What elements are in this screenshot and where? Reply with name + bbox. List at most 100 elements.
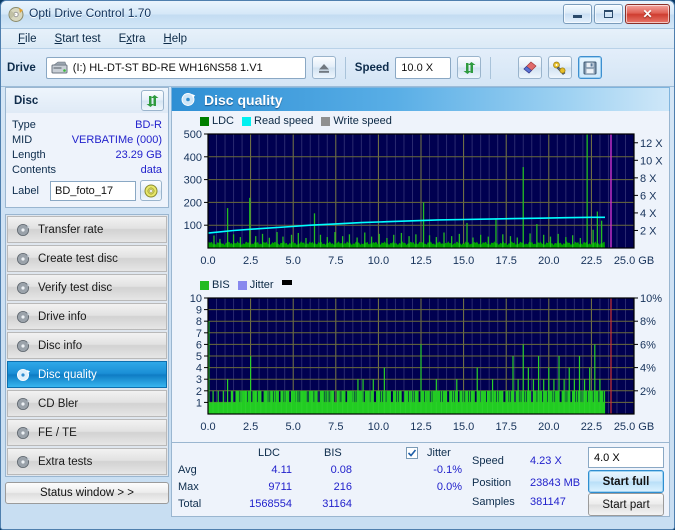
close-button[interactable]: ✕ (625, 4, 670, 24)
start-part-button[interactable]: Start part (588, 493, 664, 516)
save-button[interactable] (578, 56, 603, 79)
test-speed-select[interactable]: 4.0 X (588, 447, 664, 468)
svg-text:400: 400 (184, 152, 202, 164)
svg-text:6: 6 (196, 339, 202, 351)
svg-text:20.0: 20.0 (538, 421, 559, 433)
sidebar-item-label: Create test disc (38, 252, 118, 265)
refresh-button[interactable] (457, 56, 482, 79)
window-buttons: ✕ (563, 4, 670, 24)
menu-extra[interactable]: Extra (110, 31, 155, 47)
svg-text:10.0: 10.0 (368, 255, 389, 267)
start-full-label: Start full (602, 475, 650, 488)
legend-swatch (242, 116, 252, 126)
sidebar-item-extra-tests[interactable]: Extra tests (7, 448, 167, 475)
jitter-label: Jitter (427, 447, 451, 459)
svg-text:6 X: 6 X (640, 190, 657, 202)
chevron-down-icon[interactable] (433, 58, 447, 78)
disc-label-input[interactable]: BD_foto_17 (50, 180, 136, 201)
disc-mid-value: VERBATIMe (000) (71, 133, 162, 146)
svg-text:200: 200 (184, 197, 202, 209)
legend-swatch (200, 280, 209, 290)
jitter-checkbox[interactable] (406, 447, 418, 459)
disc-info-row: MID VERBATIMe (000) (12, 132, 162, 147)
sidebar-item-transfer-rate[interactable]: Transfer rate (7, 216, 167, 243)
stats-row-avg: Avg (178, 464, 197, 476)
sidebar-item-label: Disc info (38, 339, 83, 352)
ldc-total: 1568554 (249, 498, 292, 510)
svg-text:20.0: 20.0 (538, 255, 559, 267)
bis-avg: 0.08 (330, 464, 352, 476)
status-window-button[interactable]: Status window > > (5, 482, 169, 504)
drive-value: (I:) HL-DT-ST BD-RE WH16NS58 1.V1 (72, 61, 263, 74)
disc-refresh-button[interactable] (141, 90, 164, 111)
test-speed-value: 4.0 X (594, 451, 620, 464)
legend-label: LDC (212, 115, 235, 127)
legend-swatch (200, 116, 209, 126)
svg-text:5: 5 (196, 351, 202, 363)
position-stat-value: 23843 MB (530, 477, 581, 489)
right-column: Disc quality LDC Read speed Write speed … (171, 87, 670, 517)
svg-text:1: 1 (196, 397, 202, 409)
maximize-button[interactable] (594, 4, 623, 24)
erase-button[interactable] (518, 56, 543, 79)
disc-panel-title: Disc (14, 94, 39, 107)
sidebar-item-fe-te[interactable]: FE / TE (7, 419, 167, 446)
legend-swatch (321, 116, 331, 126)
minimize-button[interactable] (563, 4, 592, 24)
speed-stat-label: Speed (472, 455, 504, 467)
eject-button[interactable] (311, 56, 336, 79)
speed-select[interactable]: 10.0 X (395, 56, 452, 79)
legend-item-jitter: Jitter (237, 279, 274, 291)
drive-select[interactable]: (I:) HL-DT-ST BD-RE WH16NS58 1.V1 (45, 56, 306, 79)
title-bar: Opti Drive Control 1.70 ✕ (1, 1, 674, 29)
svg-text:8%: 8% (640, 316, 656, 328)
svg-text:12.5: 12.5 (410, 421, 431, 433)
svg-text:6%: 6% (640, 339, 656, 351)
speed-value: 10.0 X (401, 61, 434, 74)
menu-start-test[interactable]: Start test (46, 31, 110, 47)
stats-row-max: Max (178, 481, 199, 493)
chevron-down-icon[interactable] (288, 58, 302, 78)
sidebar-item-drive-info[interactable]: Drive info (7, 303, 167, 330)
svg-text:12 X: 12 X (640, 138, 663, 150)
chart-ldc[interactable]: 100 200 300 400 500 2 X 4 X 6 X 8 X 10 X 12 X 0.0 2.… (172, 128, 669, 275)
disc-type-label: Type (12, 118, 36, 131)
svg-text:300: 300 (184, 175, 202, 187)
menu-help[interactable]: Help (154, 31, 196, 47)
disc-icon (16, 281, 31, 295)
samples-stat-value: 381147 (530, 496, 566, 508)
disc-label-button[interactable] (140, 180, 162, 201)
svg-text:10%: 10% (640, 293, 662, 305)
sidebar-item-verify-test-disc[interactable]: Verify test disc (7, 274, 167, 301)
page-title: Disc quality (204, 91, 283, 108)
sidebar-item-cd-bler[interactable]: CD Bler (7, 390, 167, 417)
legend-swatch (237, 280, 247, 290)
start-full-button[interactable]: Start full (588, 470, 664, 493)
svg-text:5.0: 5.0 (286, 255, 301, 267)
sidebar-item-disc-quality[interactable]: Disc quality (7, 361, 167, 388)
sidebar-item-label: Verify test disc (38, 281, 113, 294)
svg-text:500: 500 (184, 129, 202, 141)
disc-icon (16, 310, 31, 324)
eject-icon (318, 63, 329, 73)
ldc-max: 9711 (268, 481, 292, 493)
svg-text:17.5: 17.5 (495, 255, 516, 267)
sidebar-item-disc-info[interactable]: Disc info (7, 332, 167, 359)
bis-total: 31164 (322, 498, 352, 510)
svg-text:2 X: 2 X (640, 225, 657, 237)
chevron-down-icon[interactable] (620, 452, 628, 464)
disc-icon (16, 455, 31, 469)
stats-col-bis: BIS (324, 447, 342, 459)
menu-file[interactable]: FFileile (9, 31, 46, 47)
svg-text:17.5: 17.5 (495, 421, 516, 433)
speed-label: Speed (354, 61, 390, 74)
chart-bis[interactable]: 1 2 3 4 5 6 7 8 9 10 2% 4% 6% 8% 10% 0.0 2.5 5.0 7.5 10.0 12… (172, 292, 669, 442)
left-column: Disc Type BD-R MID VERBATIMe (000) Lengt… (5, 87, 169, 504)
sidebar-item-create-test-disc[interactable]: Create test disc (7, 245, 167, 272)
stats-panel: LDC BIS Jitter Avg Max Total 4.11 9711 1… (171, 443, 670, 517)
window-title: Opti Drive Control 1.70 (29, 6, 152, 20)
sidebar-item-label: Extra tests (38, 455, 93, 468)
start-part-label: Start part (602, 498, 650, 511)
refresh-icon (146, 94, 159, 107)
tools-button[interactable] (548, 56, 573, 79)
